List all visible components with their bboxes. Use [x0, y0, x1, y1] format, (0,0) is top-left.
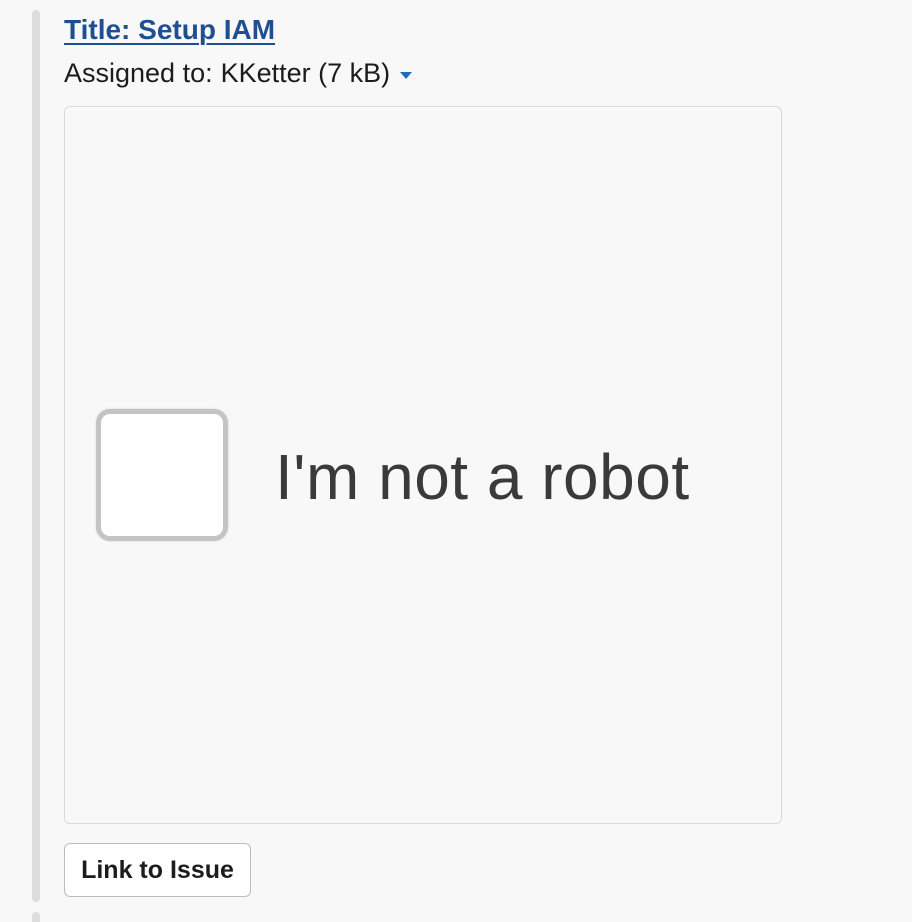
captcha-label: I'm not a robot [275, 441, 690, 513]
attachment-quote-bar [32, 10, 40, 902]
message-attachment: Title: Setup IAM Assigned to: KKetter (7… [0, 0, 912, 922]
chevron-down-icon[interactable] [400, 72, 413, 79]
assigned-to-label: Assigned to: [64, 58, 213, 88]
image-preview[interactable]: I'm not a robot [64, 106, 782, 824]
file-meta-row: Assigned to: KKetter (7 kB) [64, 58, 413, 89]
assigned-to-value: KKetter (7 kB) [220, 58, 391, 88]
link-to-issue-button[interactable]: Link to Issue [64, 843, 251, 897]
file-title-link[interactable]: Title: Setup IAM [64, 14, 275, 46]
captcha-checkbox [96, 409, 228, 541]
next-attachment-quote-bar [32, 912, 40, 922]
